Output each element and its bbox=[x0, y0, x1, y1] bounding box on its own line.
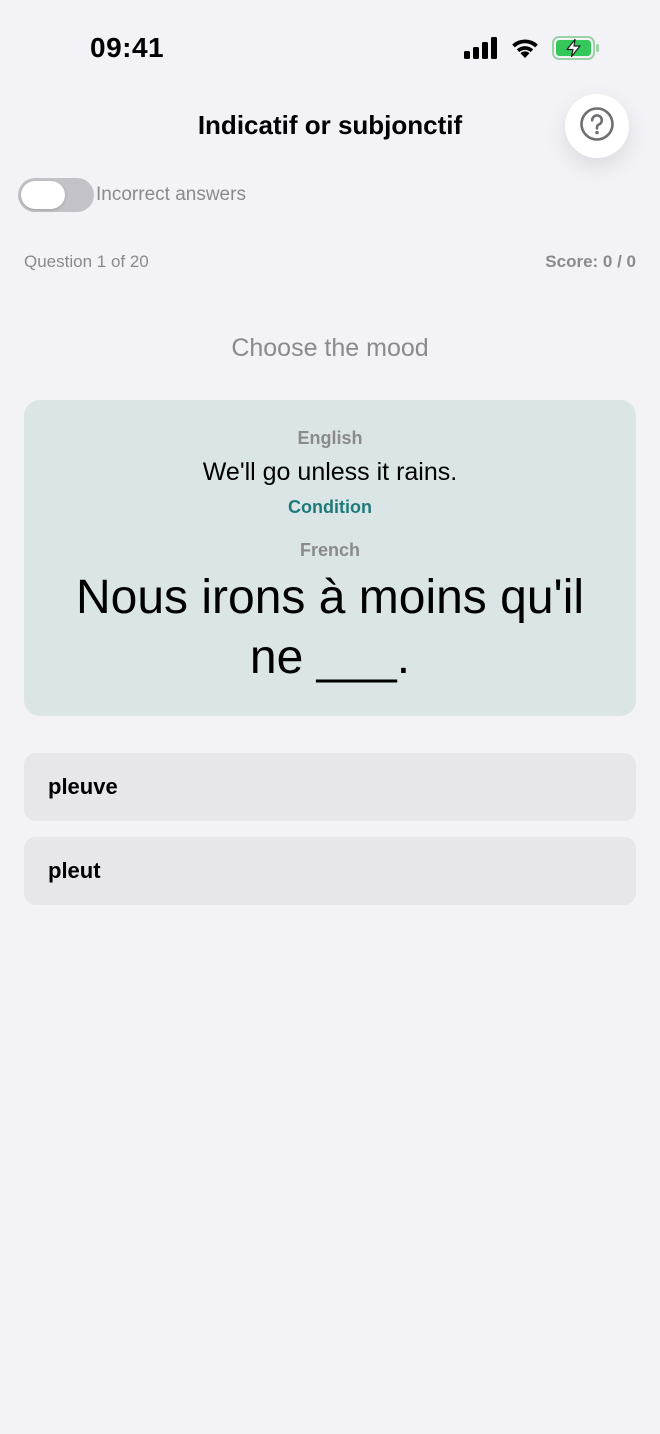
question-circle-icon bbox=[579, 106, 615, 147]
answer-option-label: pleut bbox=[48, 858, 101, 883]
status-time: 09:41 bbox=[90, 32, 165, 63]
answer-option-label: pleuve bbox=[48, 774, 118, 799]
instruction-text: Choose the mood bbox=[231, 334, 429, 362]
french-label: French bbox=[299, 540, 360, 560]
score-text: Score: 0 / 0 bbox=[545, 252, 636, 271]
question-counter: Question 1 of 20 bbox=[24, 252, 149, 271]
wifi-icon bbox=[510, 37, 540, 59]
cellular-signal-icon bbox=[464, 37, 498, 59]
incorrect-answers-toggle[interactable] bbox=[18, 178, 94, 212]
toggle-label: Incorrect answers bbox=[96, 184, 246, 205]
english-label: English bbox=[297, 428, 363, 448]
help-button[interactable] bbox=[565, 94, 629, 158]
status-icons bbox=[464, 34, 600, 62]
hint-label: Condition bbox=[288, 497, 372, 517]
page-title: Indicatif or subjonctif bbox=[197, 110, 463, 140]
question-card: English We'll go unless it rains. Condit… bbox=[24, 400, 636, 716]
navigation-bar: Indicatif or subjonctif bbox=[0, 94, 660, 160]
status-bar: 09:41 bbox=[0, 0, 660, 96]
progress-row: Question 1 of 20 Score: 0 / 0 bbox=[24, 252, 636, 276]
english-sentence: We'll go unless it rains. bbox=[202, 458, 458, 486]
battery-charging-icon bbox=[552, 36, 600, 60]
answer-option[interactable]: pleuve bbox=[24, 753, 636, 821]
answer-option[interactable]: pleut bbox=[24, 837, 636, 905]
french-sentence: Nous irons à moins qu'il ne ___. bbox=[75, 571, 585, 684]
incorrect-answers-filter: Incorrect answers bbox=[18, 178, 246, 212]
toggle-knob bbox=[21, 181, 65, 209]
